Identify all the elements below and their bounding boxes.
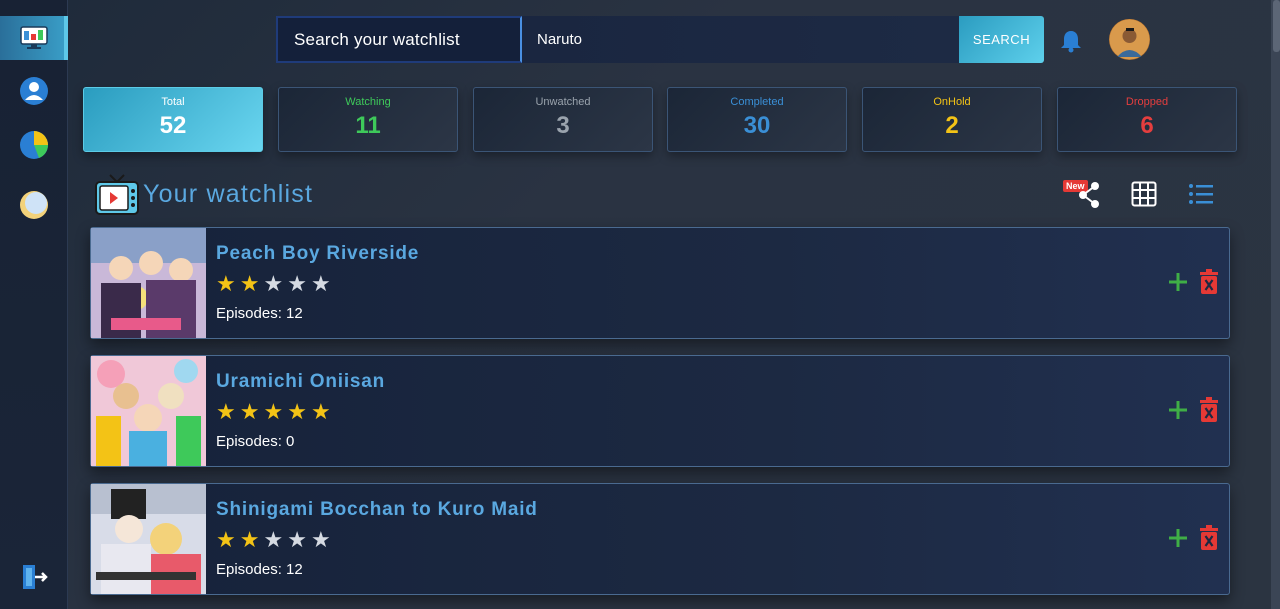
trash-icon (1200, 525, 1218, 550)
moon-icon (20, 191, 48, 219)
anime-title: Peach Boy Riverside (216, 243, 420, 264)
anime-thumbnail (91, 356, 206, 466)
star-empty-icon[interactable]: ★ (263, 273, 283, 295)
stat-label: Total (161, 96, 185, 108)
search-button[interactable]: SEARCH (959, 16, 1044, 63)
add-button[interactable] (1167, 527, 1189, 549)
episodes-count: Episodes: 12 (216, 561, 303, 578)
star-filled-icon[interactable]: ★ (240, 273, 260, 295)
stat-watching[interactable]: Watching 11 (278, 87, 458, 152)
stat-onhold[interactable]: OnHold 2 (862, 87, 1042, 152)
star-filled-icon[interactable]: ★ (263, 401, 283, 423)
search-input[interactable] (522, 16, 959, 63)
sidebar-item-theme[interactable] (0, 183, 68, 227)
sidebar (0, 0, 68, 609)
star-empty-icon[interactable]: ★ (263, 529, 283, 551)
grid-icon (1131, 181, 1157, 207)
star-filled-icon[interactable]: ★ (216, 529, 236, 551)
star-filled-icon[interactable]: ★ (240, 529, 260, 551)
avatar[interactable] (1109, 19, 1150, 60)
stat-completed[interactable]: Completed 30 (667, 87, 847, 152)
stat-label: OnHold (933, 96, 971, 108)
delete-button[interactable] (1199, 397, 1219, 423)
watchlist-card[interactable]: Peach Boy Riverside ★ ★ ★ ★ ★ Episodes: 12 (90, 227, 1230, 339)
share-button[interactable]: New (1063, 178, 1103, 210)
star-rating[interactable]: ★ ★ ★ ★ ★ (216, 529, 331, 551)
pie-chart-icon (20, 131, 48, 159)
monitor-chart-icon (20, 26, 48, 49)
watchlist-title: Your watchlist (143, 180, 314, 208)
anime-thumbnail (91, 484, 206, 594)
sidebar-item-dashboard[interactable] (0, 16, 68, 60)
stat-value: 30 (743, 112, 771, 139)
logout-button[interactable] (0, 555, 68, 599)
scrollbar-track[interactable] (1271, 0, 1280, 609)
stat-value: 3 (556, 112, 570, 139)
stat-value: 11 (355, 112, 381, 139)
logout-icon (23, 565, 48, 589)
star-rating[interactable]: ★ ★ ★ ★ ★ (216, 401, 331, 423)
plus-icon (1169, 273, 1187, 291)
plus-icon (1169, 529, 1187, 547)
add-button[interactable] (1167, 271, 1189, 293)
trash-icon (1200, 269, 1218, 294)
star-empty-icon[interactable]: ★ (287, 529, 307, 551)
star-empty-icon[interactable]: ★ (311, 273, 331, 295)
list-view-button[interactable] (1184, 178, 1218, 210)
star-filled-icon[interactable]: ★ (287, 401, 307, 423)
scrollbar-thumb[interactable] (1273, 0, 1280, 52)
add-button[interactable] (1167, 399, 1189, 421)
star-rating[interactable]: ★ ★ ★ ★ ★ (216, 273, 331, 295)
trash-icon (1200, 397, 1218, 422)
list-icon (1189, 184, 1213, 204)
anime-title: Uramichi Oniisan (216, 371, 386, 392)
star-empty-icon[interactable]: ★ (311, 529, 331, 551)
episodes-count: Episodes: 12 (216, 305, 303, 322)
star-filled-icon[interactable]: ★ (216, 401, 236, 423)
notifications-button[interactable] (1058, 28, 1084, 54)
star-empty-icon[interactable]: ★ (287, 273, 307, 295)
stat-label: Watching (345, 96, 391, 108)
delete-button[interactable] (1199, 269, 1219, 295)
stat-value: 52 (159, 112, 187, 139)
stat-value: 2 (945, 112, 959, 139)
sidebar-item-profile[interactable] (0, 69, 68, 113)
star-filled-icon[interactable]: ★ (240, 401, 260, 423)
search-bar: Search your watchlist SEARCH (276, 16, 1044, 63)
avatar-image (1109, 19, 1150, 60)
user-icon (20, 77, 48, 105)
anime-title: Shinigami Bocchan to Kuro Maid (216, 499, 538, 520)
anime-thumbnail (91, 228, 206, 338)
watchlist-card[interactable]: Uramichi Oniisan ★ ★ ★ ★ ★ Episodes: 0 (90, 355, 1230, 467)
delete-button[interactable] (1199, 525, 1219, 551)
tv-icon (94, 173, 140, 217)
star-filled-icon[interactable]: ★ (311, 401, 331, 423)
stat-label: Unwatched (535, 96, 591, 108)
stat-value: 6 (1140, 112, 1154, 139)
search-label: Search your watchlist (276, 16, 522, 63)
stat-unwatched[interactable]: Unwatched 3 (473, 87, 653, 152)
watchlist-card[interactable]: Shinigami Bocchan to Kuro Maid ★ ★ ★ ★ ★ Epi… (90, 483, 1230, 595)
plus-icon (1169, 401, 1187, 419)
stat-dropped[interactable]: Dropped 6 (1057, 87, 1237, 152)
bell-icon (1061, 31, 1081, 53)
grid-view-button[interactable] (1127, 178, 1161, 210)
episodes-count: Episodes: 0 (216, 433, 295, 450)
stat-label: Completed (730, 96, 784, 108)
star-filled-icon[interactable]: ★ (216, 273, 236, 295)
sidebar-item-stats[interactable] (0, 123, 68, 167)
share-icon (1079, 182, 1099, 208)
stat-total[interactable]: Total 52 (83, 87, 263, 152)
stat-label: Dropped (1125, 96, 1169, 108)
